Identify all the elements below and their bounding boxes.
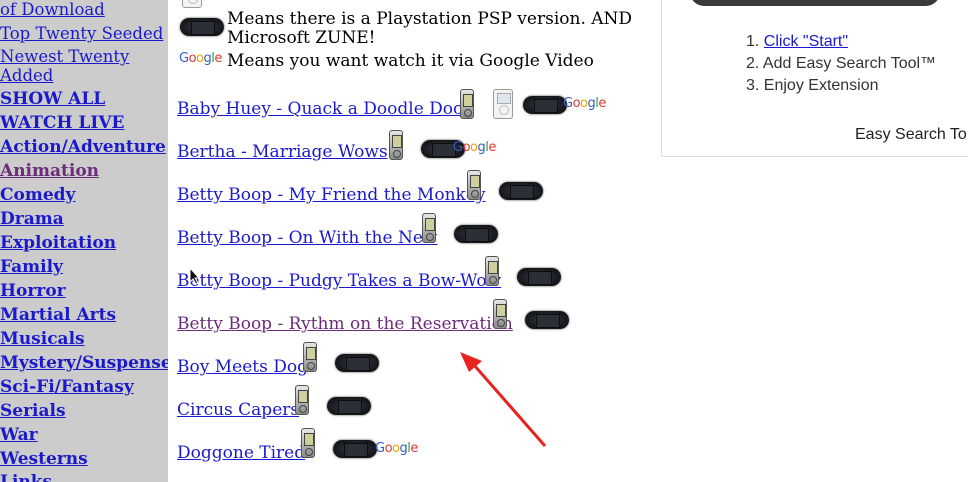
category-martial-arts[interactable]: Martial Arts — [0, 305, 116, 325]
promo-step-2: 2. Add Easy Search Tool™ — [746, 55, 937, 72]
category-horror[interactable]: Horror — [0, 281, 66, 301]
movie-link[interactable]: Circus Capers — [177, 400, 299, 420]
movie-link[interactable]: Bertha - Marriage Wows — [177, 142, 388, 162]
legend-psp-zune-text-1: Means there is a Playstation PSP version… — [227, 9, 633, 29]
google-video-icon: Google — [453, 140, 496, 155]
promo-step-2-text: Add Easy Search Tool™ — [762, 55, 937, 72]
legend-psp-zune-text-2: Microsoft ZUNE! — [227, 28, 376, 48]
ipod-icon — [182, 0, 202, 8]
promo-ad: 1. Click "Start" 2. Add Easy Search Tool… — [661, 0, 968, 157]
google-video-icon: Google — [179, 51, 222, 66]
promo-steps: 1. Click "Start" 2. Add Easy Search Tool… — [746, 31, 936, 97]
google-video-icon: Google — [375, 441, 418, 456]
psp-icon — [454, 225, 498, 243]
psp-icon — [517, 268, 561, 286]
zune-icon — [389, 130, 403, 160]
zune-icon — [493, 299, 507, 329]
psp-icon — [180, 18, 224, 36]
movie-link[interactable]: Betty Boop - On With the New — [177, 228, 437, 248]
category-family[interactable]: Family — [0, 257, 63, 277]
category-westerns[interactable]: Westerns — [0, 449, 88, 469]
zune-icon — [422, 213, 436, 243]
google-video-icon: Google — [563, 96, 606, 111]
category-musicals[interactable]: Musicals — [0, 329, 85, 349]
psp-icon — [333, 440, 377, 458]
movie-link[interactable]: Betty Boop - Pudgy Takes a Bow-Wow — [177, 271, 501, 291]
promo-footer: Easy Search To — [855, 126, 967, 143]
category-comedy[interactable]: Comedy — [0, 185, 75, 205]
zune-icon — [303, 342, 317, 372]
promo-step-3-text: Enjoy Extension — [763, 77, 879, 94]
category-watch-live[interactable]: WATCH LIVE — [0, 113, 124, 133]
movie-link[interactable]: Betty Boop - My Friend the Monkey — [177, 185, 486, 205]
ipod-icon — [493, 89, 513, 119]
sidebar: of Download Top Twenty Seeded Newest Twe… — [0, 0, 168, 482]
movie-link[interactable]: Boy Meets Dog — [177, 357, 308, 377]
category-show-all[interactable]: SHOW ALL — [0, 89, 105, 109]
movie-link[interactable]: Baby Huey - Quack a Doodle Doo — [177, 99, 463, 119]
start-link[interactable]: Click "Start" — [764, 33, 848, 50]
category-animation[interactable]: Animation — [0, 161, 99, 181]
zune-icon — [295, 385, 309, 415]
category-war[interactable]: War — [0, 425, 38, 445]
top-twenty-seeded-link[interactable]: Top Twenty Seeded — [0, 24, 163, 43]
movie-link[interactable]: Betty Boop - Rythm on the Reservation — [177, 314, 513, 334]
movie-link[interactable]: Doggone Tired — [177, 443, 305, 463]
category-sci-fi-fantasy[interactable]: Sci-Fi/Fantasy — [0, 377, 134, 397]
zune-icon — [467, 170, 481, 200]
category-links[interactable]: Links — [0, 472, 52, 482]
psp-icon — [499, 182, 543, 200]
newest-twenty-link[interactable]: Newest Twenty — [0, 47, 129, 66]
legend-google-video-text: Means you want watch it via Google Video — [227, 51, 594, 71]
movie-list-panel: Means there is a Playstation PSP version… — [168, 0, 658, 482]
zune-icon — [485, 256, 499, 286]
zune-icon — [460, 89, 474, 119]
category-exploitation[interactable]: Exploitation — [0, 233, 116, 253]
promo-step-3: 3. Enjoy Extension — [746, 77, 879, 94]
psp-icon — [335, 354, 379, 372]
category-serials[interactable]: Serials — [0, 401, 66, 421]
mouse-cursor-icon — [189, 267, 201, 285]
promo-step-1: 1. Click "Start" — [746, 33, 849, 50]
category-mystery-suspense[interactable]: Mystery/Suspense — [0, 353, 168, 373]
zune-icon — [301, 428, 315, 458]
newest-twenty-added-link[interactable]: Added — [0, 66, 53, 85]
psp-icon — [327, 397, 371, 415]
psp-icon — [523, 96, 567, 114]
psp-icon — [525, 311, 569, 329]
category-drama[interactable]: Drama — [0, 209, 64, 229]
promo-image-edge — [690, 0, 940, 6]
download-link[interactable]: of Download — [0, 0, 105, 19]
category-action-adventure[interactable]: Action/Adventure — [0, 137, 166, 157]
